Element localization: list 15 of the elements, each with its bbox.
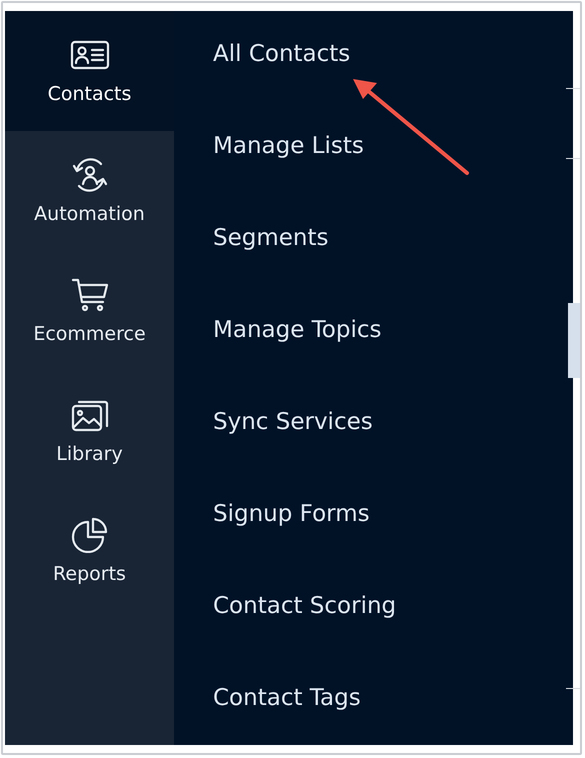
submenu-item[interactable]: Contact Tags: [213, 681, 361, 715]
cart-icon: [70, 277, 110, 313]
submenu-item[interactable]: Segments: [213, 221, 328, 255]
sidebar-item[interactable]: Contacts: [5, 11, 174, 131]
sidebar-item[interactable]: Automation: [5, 131, 174, 251]
submenu-item[interactable]: Signup Forms: [213, 497, 370, 531]
sidebar-item[interactable]: Ecommerce: [5, 251, 174, 371]
submenu-item[interactable]: Manage Lists: [213, 129, 364, 163]
submenu-item[interactable]: Manage Topics: [213, 313, 382, 347]
sidebar-item[interactable]: Library: [5, 371, 174, 491]
pie-chart-icon: [70, 517, 110, 553]
submenu-item[interactable]: Sync Services: [213, 405, 373, 439]
sidebar-item[interactable]: Reports: [5, 491, 174, 611]
submenu-item[interactable]: All Contacts: [213, 37, 350, 71]
submenu-item[interactable]: Contact Scoring: [213, 589, 396, 623]
